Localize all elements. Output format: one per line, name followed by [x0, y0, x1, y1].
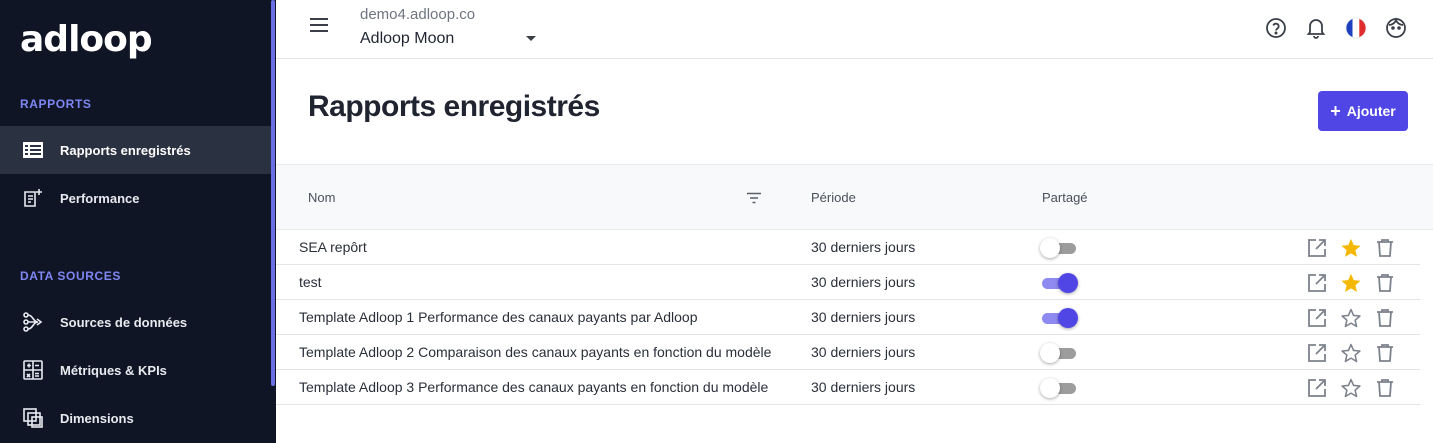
report-period: 30 derniers jours [811, 379, 916, 395]
open-external-icon[interactable] [1306, 377, 1328, 399]
logo: adloop [20, 19, 153, 60]
report-name[interactable]: Template Adloop 1 Performance des canaux… [299, 309, 789, 325]
open-external-icon[interactable] [1306, 342, 1328, 364]
trash-icon[interactable] [1374, 237, 1396, 259]
trash-icon[interactable] [1374, 377, 1396, 399]
app: adloop RAPPORTS Rapports enregistrés Per… [0, 0, 1433, 443]
trash-icon[interactable] [1374, 307, 1396, 329]
add-button[interactable]: + Ajouter [1318, 91, 1408, 131]
sources-icon [22, 311, 44, 333]
sidebar-item-metrics[interactable]: Métriques & KPIs [0, 346, 271, 394]
table-header: Nom Période Partagé [276, 164, 1433, 230]
sidebar: adloop RAPPORTS Rapports enregistrés Per… [0, 0, 276, 443]
trash-icon[interactable] [1374, 272, 1396, 294]
table-row[interactable]: Template Adloop 1 Performance des canaux… [276, 300, 1420, 335]
sidebar-item-saved-reports[interactable]: Rapports enregistrés [0, 126, 271, 174]
open-external-icon[interactable] [1306, 237, 1328, 259]
trash-icon[interactable] [1374, 342, 1396, 364]
share-toggle[interactable] [1040, 273, 1078, 293]
top-bar: demo4.adloop.co Adloop Moon [276, 0, 1433, 59]
help-icon[interactable] [1264, 16, 1288, 40]
domain-label: demo4.adloop.co [360, 6, 476, 23]
sidebar-scrollbar[interactable] [271, 0, 275, 386]
report-name[interactable]: Template Adloop 3 Performance des canaux… [299, 379, 789, 395]
sidebar-item-performance[interactable]: Performance [0, 174, 271, 222]
share-toggle[interactable] [1040, 378, 1078, 398]
open-external-icon[interactable] [1306, 307, 1328, 329]
column-header-period[interactable]: Période [811, 190, 856, 205]
report-period: 30 derniers jours [811, 239, 916, 255]
sidebar-item-label: Performance [60, 190, 140, 206]
column-header-name[interactable]: Nom [308, 190, 335, 205]
report-period: 30 derniers jours [811, 344, 916, 360]
calculator-icon [22, 359, 44, 381]
menu-icon[interactable] [310, 18, 330, 38]
report-period: 30 derniers jours [811, 309, 916, 325]
table-row[interactable]: SEA repôrt 30 derniers jours [276, 230, 1420, 265]
dimensions-icon [22, 407, 44, 429]
table-row[interactable]: Template Adloop 2 Comparaison des canaux… [276, 335, 1420, 370]
section-title-data-sources: DATA SOURCES [20, 269, 121, 283]
table-row[interactable]: test 30 derniers jours [276, 265, 1420, 300]
caret-down-icon [526, 36, 536, 41]
bell-icon[interactable] [1304, 16, 1328, 40]
filter-icon[interactable] [746, 191, 762, 205]
page-title: Rapports enregistrés [308, 90, 600, 123]
section-title-rapports: RAPPORTS [20, 97, 92, 111]
report-name[interactable]: Template Adloop 2 Comparaison des canaux… [299, 344, 789, 360]
report-add-icon [22, 187, 44, 209]
report-name[interactable]: test [299, 274, 789, 290]
add-button-label: Ajouter [1346, 103, 1396, 119]
sidebar-item-label: Rapports enregistrés [60, 142, 191, 158]
account-name: Adloop Moon [360, 30, 455, 47]
sidebar-item-label: Sources de données [60, 314, 188, 330]
star-filled-icon[interactable] [1340, 237, 1362, 259]
share-toggle[interactable] [1040, 343, 1078, 363]
sidebar-item-dimensions[interactable]: Dimensions [0, 394, 271, 442]
star-outline-icon[interactable] [1340, 342, 1362, 364]
star-filled-icon[interactable] [1340, 272, 1362, 294]
column-header-shared[interactable]: Partagé [1042, 190, 1088, 205]
plus-icon: + [1330, 101, 1341, 121]
list-icon [22, 139, 44, 161]
sidebar-item-label: Métriques & KPIs [60, 362, 167, 378]
table-row[interactable]: Template Adloop 3 Performance des canaux… [276, 370, 1420, 405]
share-toggle[interactable] [1040, 308, 1078, 328]
user-face-icon[interactable] [1384, 16, 1408, 40]
share-toggle[interactable] [1040, 238, 1078, 258]
report-period: 30 derniers jours [811, 274, 916, 290]
star-outline-icon[interactable] [1340, 377, 1362, 399]
open-external-icon[interactable] [1306, 272, 1328, 294]
sidebar-item-data-sources[interactable]: Sources de données [0, 298, 271, 346]
report-name[interactable]: SEA repôrt [299, 239, 789, 255]
sidebar-item-label: Dimensions [60, 410, 134, 426]
account-selector[interactable]: Adloop Moon [360, 30, 540, 48]
star-outline-icon[interactable] [1340, 307, 1362, 329]
france-flag-icon[interactable] [1344, 16, 1368, 40]
